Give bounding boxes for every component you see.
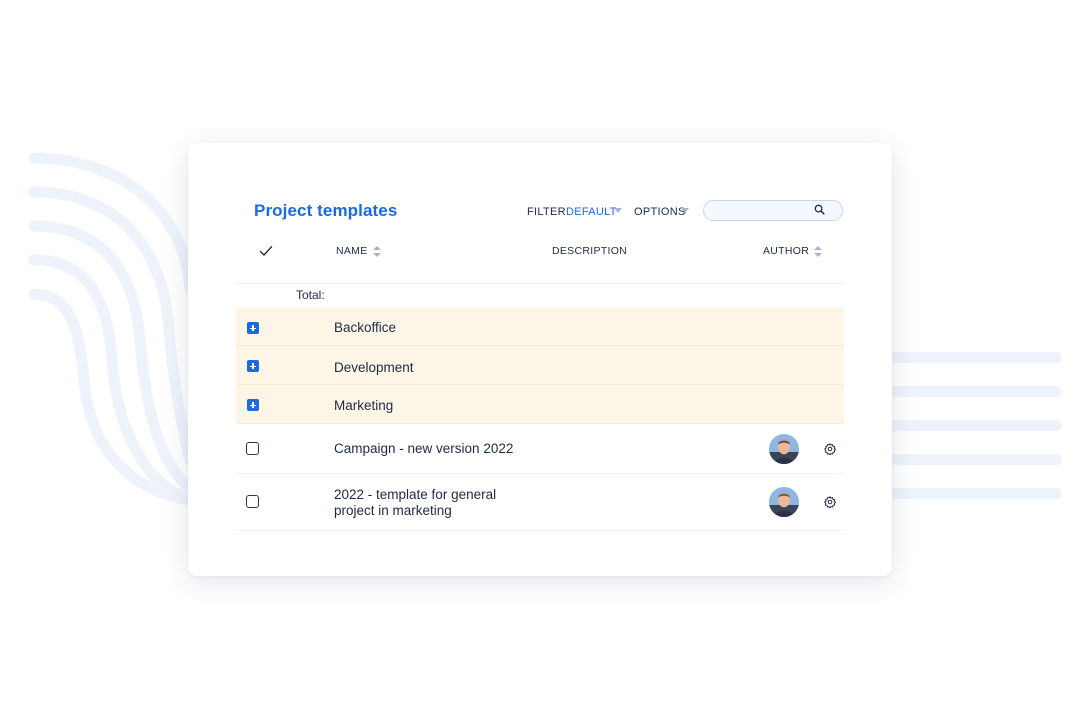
header-divider [236, 283, 844, 284]
template-name-line: 2022 - template for general [334, 487, 497, 502]
background-line [870, 454, 1062, 465]
column-header-name[interactable]: NAME [336, 245, 381, 257]
filter-label: FILTER [527, 206, 566, 218]
chevron-down-icon[interactable] [614, 208, 622, 213]
group-row-backoffice[interactable]: Backoffice [236, 307, 844, 346]
chevron-down-icon[interactable] [681, 208, 689, 213]
group-label: Development [334, 360, 414, 375]
background-lines-decoration [870, 352, 1062, 522]
total-label: Total: [296, 288, 325, 302]
column-header-author-label: AUTHOR [763, 245, 810, 257]
gear-icon[interactable] [824, 496, 836, 508]
column-header-author[interactable]: AUTHOR [763, 245, 823, 257]
background-line [870, 386, 1062, 397]
project-templates-card: Project templates FILTER DEFAULT OPTIONS… [188, 143, 892, 576]
sort-icon[interactable] [814, 245, 823, 257]
template-name-line: project in marketing [334, 503, 452, 518]
background-line [870, 420, 1062, 431]
table-row[interactable]: Campaign - new version 2022 [236, 424, 844, 474]
stage: Project templates FILTER DEFAULT OPTIONS… [0, 0, 1080, 720]
background-line [870, 352, 1062, 363]
filter-dropdown[interactable]: DEFAULT [566, 206, 617, 218]
avatar [769, 487, 799, 517]
row-checkbox[interactable] [246, 442, 259, 455]
group-row-development[interactable]: Development [236, 346, 844, 385]
row-checkbox[interactable] [246, 495, 259, 508]
plus-square-icon[interactable] [247, 360, 259, 372]
group-row-marketing[interactable]: Marketing [236, 385, 844, 424]
options-dropdown[interactable]: OPTIONS [634, 206, 686, 218]
user-avatar-icon [769, 434, 799, 464]
search-icon[interactable] [814, 204, 825, 215]
template-name: 2022 - template for general project in m… [334, 487, 496, 519]
group-label: Backoffice [334, 320, 397, 335]
gear-icon[interactable] [824, 443, 836, 455]
avatar [769, 434, 799, 464]
sort-icon[interactable] [372, 245, 381, 257]
plus-square-icon[interactable] [247, 322, 259, 334]
check-icon[interactable] [259, 245, 273, 257]
search-input[interactable] [703, 200, 843, 221]
column-header-name-label: NAME [336, 245, 368, 257]
column-header-description: DESCRIPTION [552, 245, 628, 257]
page-title: Project templates [254, 201, 398, 220]
group-label: Marketing [334, 398, 394, 413]
table-row[interactable]: 2022 - template for general project in m… [236, 474, 844, 531]
template-name: Campaign - new version 2022 [334, 441, 513, 457]
plus-square-icon[interactable] [247, 399, 259, 411]
user-avatar-icon [769, 487, 799, 517]
template-name-line: Campaign - new version 2022 [334, 441, 514, 456]
background-line [870, 488, 1062, 499]
